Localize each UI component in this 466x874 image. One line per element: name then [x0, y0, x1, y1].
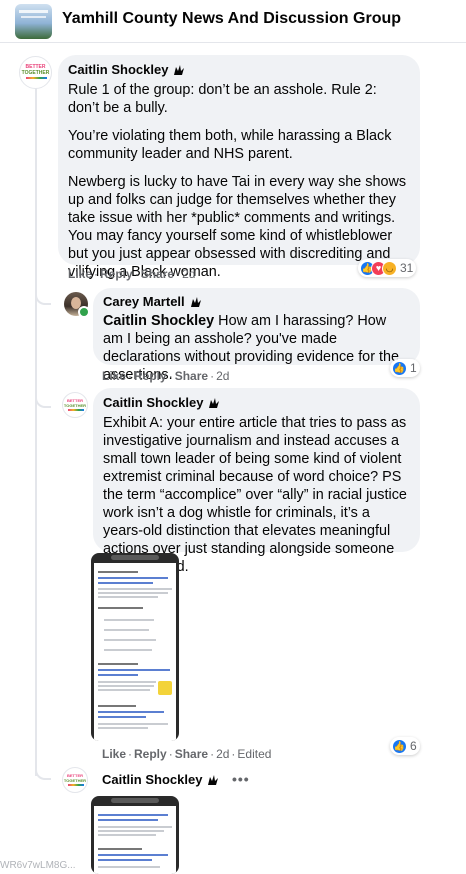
reply-button[interactable]: Reply — [134, 369, 167, 383]
like-button[interactable]: Like — [102, 747, 126, 761]
comment-text: Rule 1 of the group: don’t be an asshole… — [68, 82, 377, 116]
badge-icon — [208, 775, 219, 785]
share-button[interactable]: Share — [175, 747, 208, 761]
group-thumbnail[interactable] — [15, 4, 52, 39]
comment-author[interactable]: Carey Martell — [103, 294, 202, 309]
reaction-count: 1 — [410, 361, 417, 375]
online-status-icon — [78, 306, 90, 318]
comment-text: Newberg is lucky to have Tai in every wa… — [68, 174, 407, 280]
comment-actions: Like · Reply · Share · 2d — [68, 267, 196, 281]
comment-actions: Like · Reply · Share · 2d — [102, 369, 230, 383]
reaction-summary[interactable]: 👍 ♥ ◡ 31 — [358, 259, 417, 277]
reaction-count: 31 — [400, 261, 414, 275]
thread-line — [35, 86, 37, 776]
like-button[interactable]: Like — [68, 267, 92, 281]
timestamp[interactable]: 2d — [182, 267, 195, 281]
watermark-text: WR6v7wLM8G... — [0, 860, 76, 871]
haha-icon: ◡ — [382, 260, 397, 276]
like-icon: 👍 — [392, 360, 407, 376]
comment-bubble: Carey Martell Caitlin Shockley How am I … — [93, 288, 420, 383]
avatar[interactable]: BETTER TOGETHER — [62, 392, 88, 418]
group-header: Yamhill County News And Discussion Group — [0, 0, 466, 43]
badge-icon — [174, 65, 185, 75]
thread-connector — [35, 764, 51, 780]
mention-link[interactable]: Caitlin Shockley — [103, 313, 214, 329]
comment-author[interactable]: Caitlin Shockley — [102, 772, 219, 787]
reply-button[interactable]: Reply — [134, 747, 167, 761]
badge-icon — [190, 297, 201, 307]
edited-label[interactable]: Edited — [237, 747, 271, 761]
reaction-count: 6 — [410, 739, 417, 753]
more-options-icon[interactable]: ••• — [232, 771, 250, 787]
comment-author[interactable]: Caitlin Shockley — [68, 62, 185, 77]
attached-screenshot[interactable] — [91, 796, 179, 874]
thread-connector — [35, 289, 51, 305]
timestamp[interactable]: 2d — [216, 369, 229, 383]
reaction-summary[interactable]: 👍 1 — [390, 359, 420, 377]
comment-author[interactable]: Caitlin Shockley — [103, 395, 220, 410]
like-icon: 👍 — [392, 738, 407, 754]
comment-text: You’re violating them both, while harass… — [68, 128, 392, 162]
share-button[interactable]: Share — [141, 267, 174, 281]
comment-bubble: Caitlin Shockley Exhibit A: your entire … — [93, 388, 420, 575]
comment-actions: Like · Reply · Share · 2d · Edited — [102, 747, 272, 761]
like-button[interactable]: Like — [102, 369, 126, 383]
comment-text: Exhibit A: your entire article that trie… — [103, 415, 407, 575]
attached-screenshot[interactable] — [91, 553, 179, 741]
badge-icon — [209, 398, 220, 408]
timestamp[interactable]: 2d — [216, 747, 229, 761]
comment-bubble: Caitlin Shockley Rule 1 of the group: do… — [58, 55, 420, 280]
reaction-summary[interactable]: 👍 6 — [390, 737, 420, 755]
reply-button[interactable]: Reply — [100, 267, 133, 281]
avatar[interactable]: BETTER TOGETHER — [62, 767, 88, 793]
avatar[interactable]: BETTER TOGETHER — [19, 56, 52, 89]
thread-connector — [35, 392, 51, 408]
share-button[interactable]: Share — [175, 369, 208, 383]
group-title[interactable]: Yamhill County News And Discussion Group — [62, 10, 401, 28]
